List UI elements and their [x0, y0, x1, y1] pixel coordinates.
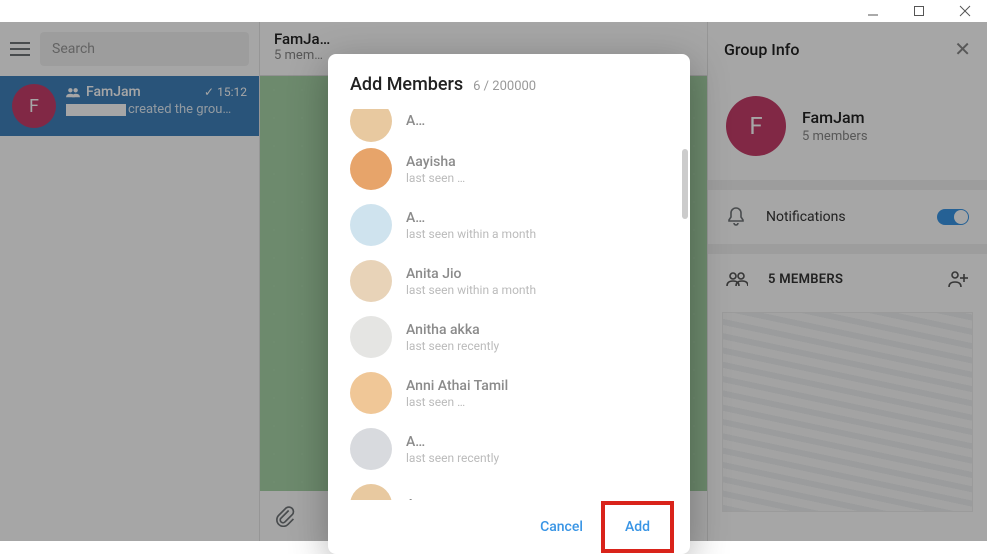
contact-item[interactable]: Anita Jiolast seen within a month [350, 253, 682, 309]
window-close-button[interactable] [951, 1, 979, 21]
modal-title: Add Members [350, 74, 463, 95]
modal-count: 6 / 200000 [473, 79, 536, 94]
add-button[interactable]: Add [607, 509, 668, 545]
contact-item[interactable]: Anni Athai Tamillast seen … [350, 365, 682, 421]
contact-name: A… [406, 434, 499, 450]
contact-status: last seen … [406, 395, 508, 409]
window-minimize-button[interactable] [859, 1, 887, 21]
contact-status: last seen recently [406, 451, 499, 465]
contact-name: Aayisha [406, 154, 465, 170]
contacts-list[interactable]: A…Aayishalast seen …A…last seen within a… [328, 109, 690, 500]
contact-item[interactable]: Aayishalast seen … [350, 141, 682, 197]
contact-avatar [350, 316, 392, 358]
contact-status: last seen within a month [406, 227, 536, 241]
contact-avatar [350, 484, 392, 500]
contact-item[interactable]: A…last seen recently [350, 421, 682, 477]
contact-name: Anita Jio [406, 266, 536, 282]
contact-status: last seen within a month [406, 283, 536, 297]
add-members-modal: Add Members 6 / 200000 A…Aayishalast see… [328, 54, 690, 554]
contact-avatar [350, 204, 392, 246]
cancel-button[interactable]: Cancel [522, 509, 601, 545]
contact-name: A… [406, 113, 425, 129]
contact-status: last seen … [406, 171, 465, 185]
window-titlebar [0, 0, 987, 22]
contact-avatar [350, 428, 392, 470]
contact-item[interactable]: A…last seen within a month [350, 197, 682, 253]
contact-item[interactable]: Anitha akkalast seen recently [350, 309, 682, 365]
window-maximize-button[interactable] [905, 1, 933, 21]
contact-name: Anni Athai Tamil [406, 378, 508, 394]
scrollbar-thumb[interactable] [682, 149, 688, 219]
contact-avatar [350, 372, 392, 414]
contact-status: last seen recently [406, 339, 499, 353]
add-button-highlight: Add [601, 501, 674, 553]
contact-avatar [350, 260, 392, 302]
contact-avatar [350, 148, 392, 190]
contact-name: A… [406, 497, 425, 501]
contact-name: A… [406, 210, 536, 226]
contact-item[interactable]: A… [350, 477, 682, 500]
contact-name: Anitha akka [406, 322, 499, 338]
contact-item[interactable]: A… [350, 109, 682, 141]
contact-avatar [350, 109, 392, 142]
